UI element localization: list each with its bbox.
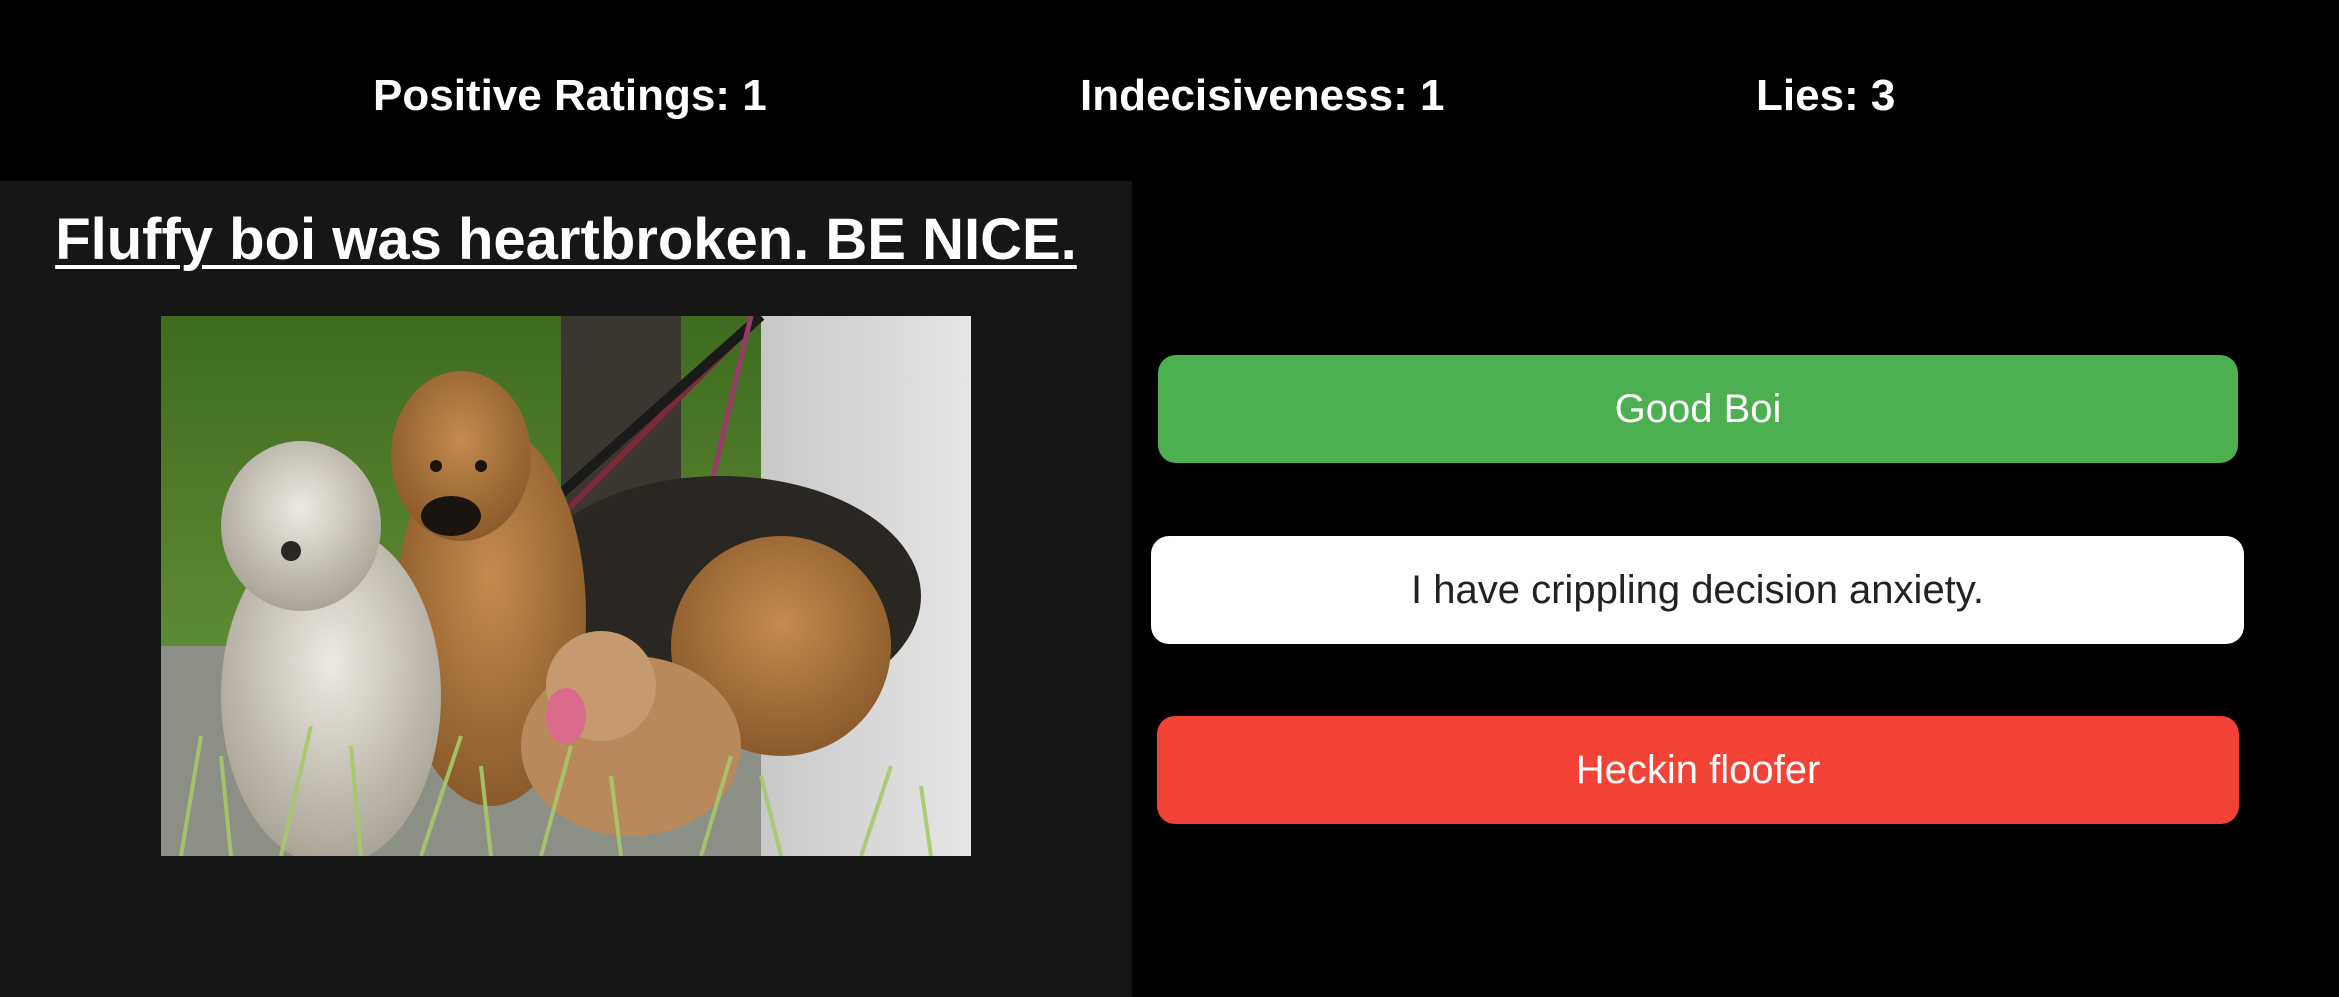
heckin-floofer-button[interactable]: Heckin floofer: [1157, 716, 2239, 824]
prompt-title: Fluffy boi was heartbroken. BE NICE.: [55, 207, 1077, 272]
good-boi-button[interactable]: Good Boi: [1158, 355, 2238, 463]
lies-stat: Lies: 3: [1756, 71, 1896, 120]
indecisiveness-stat: Indecisiveness: 1: [1080, 71, 1445, 120]
positive-ratings-stat: Positive Ratings: 1: [373, 71, 767, 120]
dog-photo: [161, 316, 971, 856]
prompt-panel: Fluffy boi was heartbroken. BE NICE.: [0, 181, 1132, 997]
stats-bar: Positive Ratings: 1 Indecisiveness: 1 Li…: [0, 0, 2339, 181]
decision-anxiety-button[interactable]: I have crippling decision anxiety.: [1151, 536, 2244, 644]
